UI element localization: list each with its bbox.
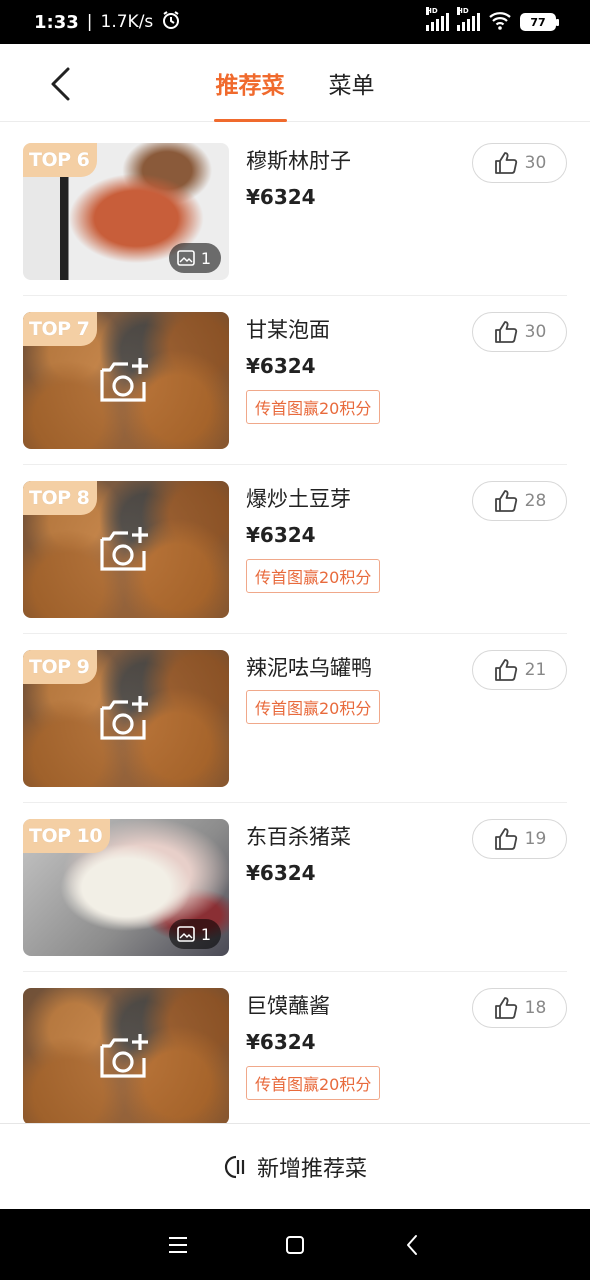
thumbs-up-icon xyxy=(494,321,517,343)
system-nav-bar xyxy=(0,1209,590,1280)
dish-thumbnail-placeholder[interactable]: TOP 7 xyxy=(23,312,229,449)
like-count: 30 xyxy=(524,153,547,173)
dish-thumbnail-placeholder[interactable]: TOP 9 xyxy=(23,650,229,787)
signal-hd-label: HD xyxy=(426,7,438,15)
dish-row[interactable]: TOP 7 甘某泡面 ¥6324 传首图赢20积分 30 xyxy=(23,296,567,465)
like-count: 19 xyxy=(524,829,547,849)
tab-menu[interactable]: 菜单 xyxy=(327,44,377,122)
photo-count-badge: 1 xyxy=(168,919,221,949)
promo-tag[interactable]: 传首图赢20积分 xyxy=(246,690,381,724)
rank-tag: TOP 7 xyxy=(23,312,98,346)
camera-plus-icon[interactable] xyxy=(99,525,151,573)
rank-tag: TOP 6 xyxy=(23,143,98,177)
header: 推荐菜 菜单 xyxy=(0,44,590,122)
dish-name[interactable]: 甘某泡面 xyxy=(246,314,330,344)
photo-count: 1 xyxy=(200,248,211,268)
promo-tag[interactable]: 传首图赢20积分 xyxy=(246,390,381,424)
image-icon xyxy=(177,926,195,942)
rank-tag: TOP 8 xyxy=(23,481,98,515)
nav-menu-button[interactable] xyxy=(158,1225,198,1265)
camera-plus-icon[interactable] xyxy=(99,1032,151,1080)
dish-price: ¥6324 xyxy=(246,523,316,547)
photo-count: 1 xyxy=(200,924,211,944)
status-separator: | xyxy=(86,12,93,32)
dish-price: ¥6324 xyxy=(246,185,316,209)
battery-icon: 77 xyxy=(520,13,559,31)
dish-name[interactable]: 巨馍蘸酱 xyxy=(246,990,330,1020)
status-right: HD HD 77 xyxy=(426,7,559,35)
thumbs-up-icon xyxy=(494,659,517,681)
tab-recommended[interactable]: 推荐菜 xyxy=(213,44,287,122)
thumbs-up-icon xyxy=(494,490,517,512)
dish-thumbnail-placeholder[interactable] xyxy=(23,988,229,1123)
dish-name[interactable]: 辣泥呿乌罐鸭 xyxy=(246,652,372,682)
like-count: 18 xyxy=(524,998,547,1018)
status-bar: 1:33 | 1.7K/s HD HD 77 xyxy=(0,0,590,44)
dish-name[interactable]: 爆炒土豆芽 xyxy=(246,483,351,513)
photo-count-badge: 1 xyxy=(168,243,221,273)
thumbs-up-icon xyxy=(494,152,517,174)
thumbs-up-icon xyxy=(494,997,517,1019)
dish-row[interactable]: TOP 9 辣泥呿乌罐鸭 传首图赢20积分 21 xyxy=(23,634,567,803)
add-dish-icon xyxy=(224,1155,245,1178)
signal-hd-label-2: HD xyxy=(457,7,469,15)
home-square-icon xyxy=(285,1235,304,1254)
signal-icon: HD xyxy=(426,7,449,31)
camera-plus-icon[interactable] xyxy=(99,356,151,404)
like-count: 30 xyxy=(524,322,547,342)
menu-icon xyxy=(169,1236,188,1253)
dish-thumbnail[interactable]: TOP 10 1 xyxy=(23,819,229,956)
dish-thumbnail[interactable]: TOP 6 1 xyxy=(23,143,229,280)
dish-name[interactable]: 穆斯林肘子 xyxy=(246,145,351,175)
dish-row[interactable]: TOP 10 1 东百杀猪菜 ¥6324 19 xyxy=(23,803,567,972)
network-speed: 1.7K/s xyxy=(100,12,154,32)
like-count: 21 xyxy=(524,660,547,680)
back-triangle-icon xyxy=(406,1234,417,1255)
like-button[interactable]: 19 xyxy=(472,819,567,859)
like-button[interactable]: 18 xyxy=(472,988,567,1028)
dish-price: ¥6324 xyxy=(246,861,316,885)
dish-row[interactable]: TOP 8 爆炒土豆芽 ¥6324 传首图赢20积分 28 xyxy=(23,465,567,634)
promo-tag[interactable]: 传首图赢20积分 xyxy=(246,559,381,593)
dish-name[interactable]: 东百杀猪菜 xyxy=(246,821,351,851)
dish-price: ¥6324 xyxy=(246,1030,316,1054)
dish-price: ¥6324 xyxy=(246,354,316,378)
dish-list[interactable]: TOP 6 1 穆斯林肘子 ¥6324 30 TOP 7 甘某泡面 ¥6324 … xyxy=(0,127,590,1123)
nav-back-button[interactable] xyxy=(392,1225,432,1265)
image-icon xyxy=(177,250,195,266)
add-dish-label: 新增推荐菜 xyxy=(256,1156,367,1182)
like-button[interactable]: 28 xyxy=(472,481,567,521)
like-button[interactable]: 30 xyxy=(472,143,567,183)
wifi-icon xyxy=(488,10,512,35)
like-button[interactable]: 21 xyxy=(472,650,567,690)
dish-thumbnail-placeholder[interactable]: TOP 8 xyxy=(23,481,229,618)
status-left: 1:33 | 1.7K/s xyxy=(34,10,181,35)
rank-tag: TOP 10 xyxy=(23,819,111,853)
status-time: 1:33 xyxy=(34,11,79,33)
camera-plus-icon[interactable] xyxy=(99,694,151,742)
like-count: 28 xyxy=(524,491,547,511)
rank-tag: TOP 9 xyxy=(23,650,98,684)
thumbs-up-icon xyxy=(494,828,517,850)
signal-icon-2: HD xyxy=(457,7,480,31)
alarm-icon xyxy=(161,10,181,35)
like-button[interactable]: 30 xyxy=(472,312,567,352)
dish-row[interactable]: TOP 6 1 穆斯林肘子 ¥6324 30 xyxy=(23,127,567,296)
app-root: 1:33 | 1.7K/s HD HD 77 推荐菜 菜单 TOP 6 1 穆斯… xyxy=(0,0,590,1280)
tab-bar: 推荐菜 菜单 xyxy=(0,44,590,122)
nav-home-button[interactable] xyxy=(275,1225,315,1265)
promo-tag[interactable]: 传首图赢20积分 xyxy=(246,1066,381,1100)
dish-row[interactable]: 巨馍蘸酱 ¥6324 传首图赢20积分 18 xyxy=(23,972,567,1123)
add-recommended-dish-button[interactable]: 新增推荐菜 xyxy=(0,1123,590,1209)
